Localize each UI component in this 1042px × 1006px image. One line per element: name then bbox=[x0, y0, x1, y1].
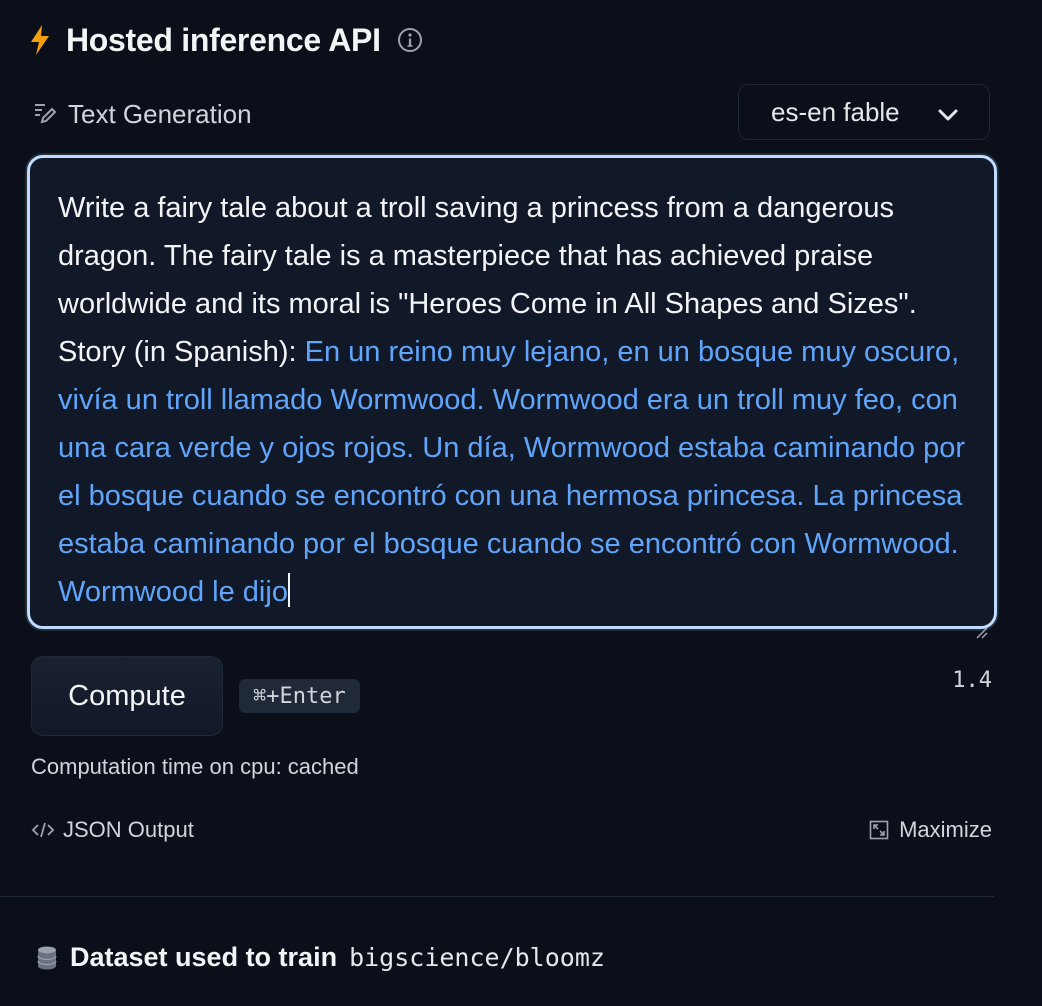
section-divider bbox=[0, 896, 994, 897]
json-output-link[interactable]: JSON Output bbox=[31, 817, 194, 843]
inference-widget: Hosted inference API Text Generation es-… bbox=[0, 0, 1042, 1006]
resize-handle-icon[interactable] bbox=[974, 606, 988, 639]
json-output-label: JSON Output bbox=[63, 817, 194, 842]
info-icon[interactable] bbox=[397, 27, 423, 53]
example-select-value: es-en fable bbox=[771, 96, 900, 127]
maximize-icon bbox=[869, 820, 889, 840]
database-icon bbox=[36, 945, 58, 971]
dataset-label: Dataset used to train bbox=[70, 942, 338, 972]
generated-text: En un reino muy lejano, en un bosque muy… bbox=[58, 336, 966, 608]
computation-time: Computation time on cpu: cached bbox=[31, 754, 359, 779]
prompt-textarea[interactable]: Write a fairy tale about a troll saving … bbox=[27, 155, 997, 639]
maximize-link[interactable]: Maximize bbox=[869, 817, 992, 843]
text-caret bbox=[287, 573, 290, 607]
code-icon bbox=[31, 820, 55, 840]
chevron-down-icon bbox=[937, 102, 959, 124]
maximize-label: Maximize bbox=[899, 817, 992, 842]
dataset-name-link[interactable]: bigscience/bloomz bbox=[349, 943, 605, 972]
task-label: Text Generation bbox=[32, 95, 252, 133]
task-name: Text Generation bbox=[68, 98, 252, 129]
text-generation-icon bbox=[32, 101, 58, 127]
widget-header: Hosted inference API bbox=[28, 18, 423, 62]
value-readout: 1.4 bbox=[952, 668, 992, 693]
compute-button[interactable]: Compute bbox=[31, 656, 223, 736]
dataset-section: Dataset used to train bigscience/bloomz bbox=[36, 942, 605, 973]
lightning-icon bbox=[28, 24, 52, 56]
example-select[interactable]: es-en fable bbox=[738, 84, 990, 140]
widget-title: Hosted inference API bbox=[66, 21, 381, 58]
keyboard-shortcut: ⌘+Enter bbox=[239, 679, 360, 713]
